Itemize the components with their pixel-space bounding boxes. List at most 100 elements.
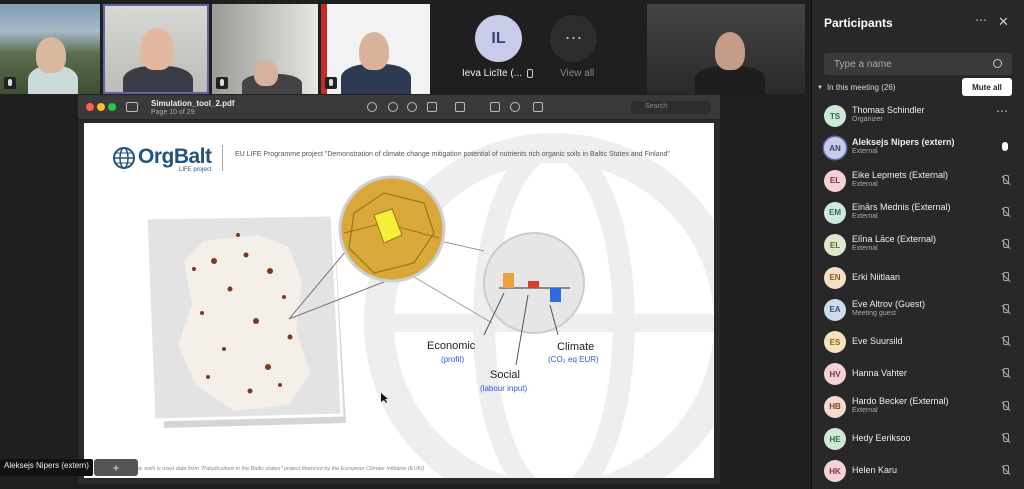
participant-row[interactable]: EL Eike Lepmets (External) External bbox=[812, 166, 1024, 198]
participant-name: Einārs Mednis (External) bbox=[852, 201, 951, 212]
in-meeting-section-toggle[interactable]: ▼ In this meeting (26) bbox=[817, 83, 895, 92]
participant-role: Meeting guest bbox=[852, 309, 896, 317]
social-sublabel: (labour input) bbox=[480, 384, 528, 393]
mouse-cursor-icon bbox=[381, 393, 388, 403]
participant-avatar: HE bbox=[824, 428, 846, 450]
muted-mic-icon bbox=[4, 77, 16, 89]
participant-face bbox=[359, 32, 389, 70]
participant-more-options-icon[interactable]: ⋯ bbox=[996, 104, 1008, 118]
participant-search-input[interactable] bbox=[824, 53, 1012, 75]
muted-mic-icon bbox=[1000, 465, 1010, 477]
participant-avatar: EL bbox=[824, 234, 846, 257]
zoom-in-icon[interactable] bbox=[407, 102, 417, 112]
participant-name: Thomas Schindler bbox=[852, 105, 925, 115]
pdf-titlebar: Simulation_tool_2.pdf Page 10 of 29 Sear… bbox=[78, 95, 720, 120]
view-all-button[interactable]: ⋯ bbox=[550, 15, 597, 62]
zoom-out-icon[interactable] bbox=[388, 102, 398, 112]
participant-name: Elīna Lāce (External) bbox=[852, 234, 937, 245]
climate-bar bbox=[550, 288, 561, 302]
participant-row[interactable]: HB Hardo Becker (External) External bbox=[812, 392, 1024, 424]
share-icon[interactable] bbox=[427, 102, 437, 112]
share-plus-icon[interactable]: + bbox=[112, 461, 119, 475]
participant-name: Hardo Becker (External) bbox=[852, 395, 949, 406]
participant-row[interactable]: EN Erki Niitlaan bbox=[812, 263, 1024, 295]
minimize-window-icon[interactable] bbox=[97, 103, 105, 111]
participant-row[interactable]: TS Thomas Schindler Organizer ⋯ bbox=[812, 101, 1024, 133]
participant-row[interactable]: EA Eve Altrov (Guest) Meeting guest bbox=[812, 295, 1024, 327]
participant-body bbox=[695, 66, 765, 94]
muted-mic-icon bbox=[1000, 368, 1010, 380]
avatar-tile-name: Ieva Licīte (... bbox=[462, 68, 542, 79]
muted-mic-icon bbox=[1000, 336, 1010, 348]
climate-label: Climate bbox=[557, 341, 595, 353]
participant-name: Erki Niitlaan bbox=[852, 271, 901, 282]
participant-name: Eike Lepmets (External) bbox=[852, 169, 949, 180]
video-tile-participant-1[interactable] bbox=[0, 4, 100, 94]
participant-name: Eve Suursild bbox=[852, 336, 903, 347]
video-tile-participant-5[interactable] bbox=[647, 4, 805, 94]
annotate-icon[interactable] bbox=[510, 102, 520, 112]
participant-body bbox=[123, 66, 193, 92]
form-fill-icon[interactable] bbox=[533, 102, 543, 112]
panel-close-icon[interactable]: ✕ bbox=[998, 14, 1009, 30]
economic-sublabel: (profit) bbox=[441, 355, 465, 364]
avatar-name-text: Ieva Licīte (... bbox=[462, 68, 523, 79]
economic-bar bbox=[503, 273, 514, 288]
close-window-icon[interactable] bbox=[86, 103, 94, 111]
participant-row[interactable]: AN Aleksejs Nipers (extern) External bbox=[812, 133, 1024, 165]
participant-avatar: HK bbox=[824, 460, 846, 483]
participant-avatar: EL bbox=[824, 169, 846, 192]
info-icon[interactable] bbox=[367, 102, 377, 112]
participant-avatar: EN bbox=[824, 266, 846, 289]
participant-name: Hanna Vahter bbox=[852, 368, 907, 379]
mute-all-button[interactable]: Mute all bbox=[962, 78, 1012, 96]
participant-row[interactable]: HV Hanna Vahter bbox=[812, 359, 1024, 391]
markup-pen-icon[interactable] bbox=[455, 102, 465, 112]
rotate-icon[interactable] bbox=[490, 102, 500, 112]
participant-face bbox=[140, 28, 174, 70]
sidebar-toggle-icon[interactable] bbox=[126, 102, 138, 112]
participant-face bbox=[715, 32, 745, 70]
muted-mic-icon bbox=[525, 68, 534, 79]
pdf-search-field[interactable]: Search bbox=[631, 101, 711, 114]
panel-more-options-icon[interactable]: ⋯ bbox=[975, 13, 987, 27]
participant-avatar: ES bbox=[824, 331, 846, 354]
video-tile-participant-2[interactable] bbox=[103, 4, 209, 94]
search-icon[interactable] bbox=[993, 59, 1002, 68]
participant-row[interactable]: EL Elīna Lāce (External) External bbox=[812, 230, 1024, 262]
social-label: Social bbox=[490, 369, 520, 381]
participant-role: External bbox=[852, 406, 878, 414]
participant-name: Helen Karu bbox=[852, 465, 898, 476]
muted-mic-icon bbox=[1000, 303, 1010, 316]
participant-row[interactable]: ES Eve Suursild bbox=[812, 327, 1024, 359]
muted-mic-icon bbox=[1000, 174, 1010, 187]
participant-avatar: AN bbox=[824, 137, 846, 160]
participant-avatar: EA bbox=[824, 298, 846, 321]
participant-name: Hedy Eeriksoo bbox=[852, 433, 911, 443]
chevron-down-icon: ▼ bbox=[817, 84, 823, 91]
panel-title: Participants bbox=[824, 16, 893, 30]
participant-row[interactable]: HE Hedy Eeriksoo bbox=[812, 424, 1024, 456]
muted-mic-icon bbox=[325, 77, 337, 89]
video-tile-participant-4[interactable] bbox=[321, 4, 430, 94]
presenter-name-label: Aleksejs Nipers (extern) bbox=[0, 459, 93, 476]
in-meeting-count: In this meeting (26) bbox=[826, 83, 896, 92]
participant-row[interactable]: EM Einārs Mednis (External) External bbox=[812, 198, 1024, 230]
participant-row[interactable]: HK Helen Karu bbox=[812, 456, 1024, 488]
social-bar bbox=[528, 281, 539, 288]
muted-mic-icon bbox=[1000, 400, 1010, 413]
muted-mic-icon bbox=[1000, 271, 1010, 284]
share-controls[interactable]: + bbox=[94, 459, 138, 476]
video-tile-participant-3[interactable] bbox=[212, 4, 318, 94]
participant-avatar: HV bbox=[824, 363, 846, 386]
pdf-filename: Simulation_tool_2.pdf bbox=[151, 99, 235, 108]
baltic-map-shape bbox=[178, 235, 310, 411]
slide-footnote: ...anic soils is used data from "Paludic… bbox=[128, 466, 425, 472]
participant-avatar: EM bbox=[824, 201, 846, 224]
participant-role: External bbox=[852, 148, 878, 156]
muted-mic-icon bbox=[216, 77, 228, 89]
participant-name: Aleksejs Nipers (extern) bbox=[852, 137, 955, 148]
participant-avatar-tile[interactable]: IL bbox=[475, 15, 522, 62]
maximize-window-icon[interactable] bbox=[108, 103, 116, 111]
active-mic-icon bbox=[1002, 142, 1008, 152]
